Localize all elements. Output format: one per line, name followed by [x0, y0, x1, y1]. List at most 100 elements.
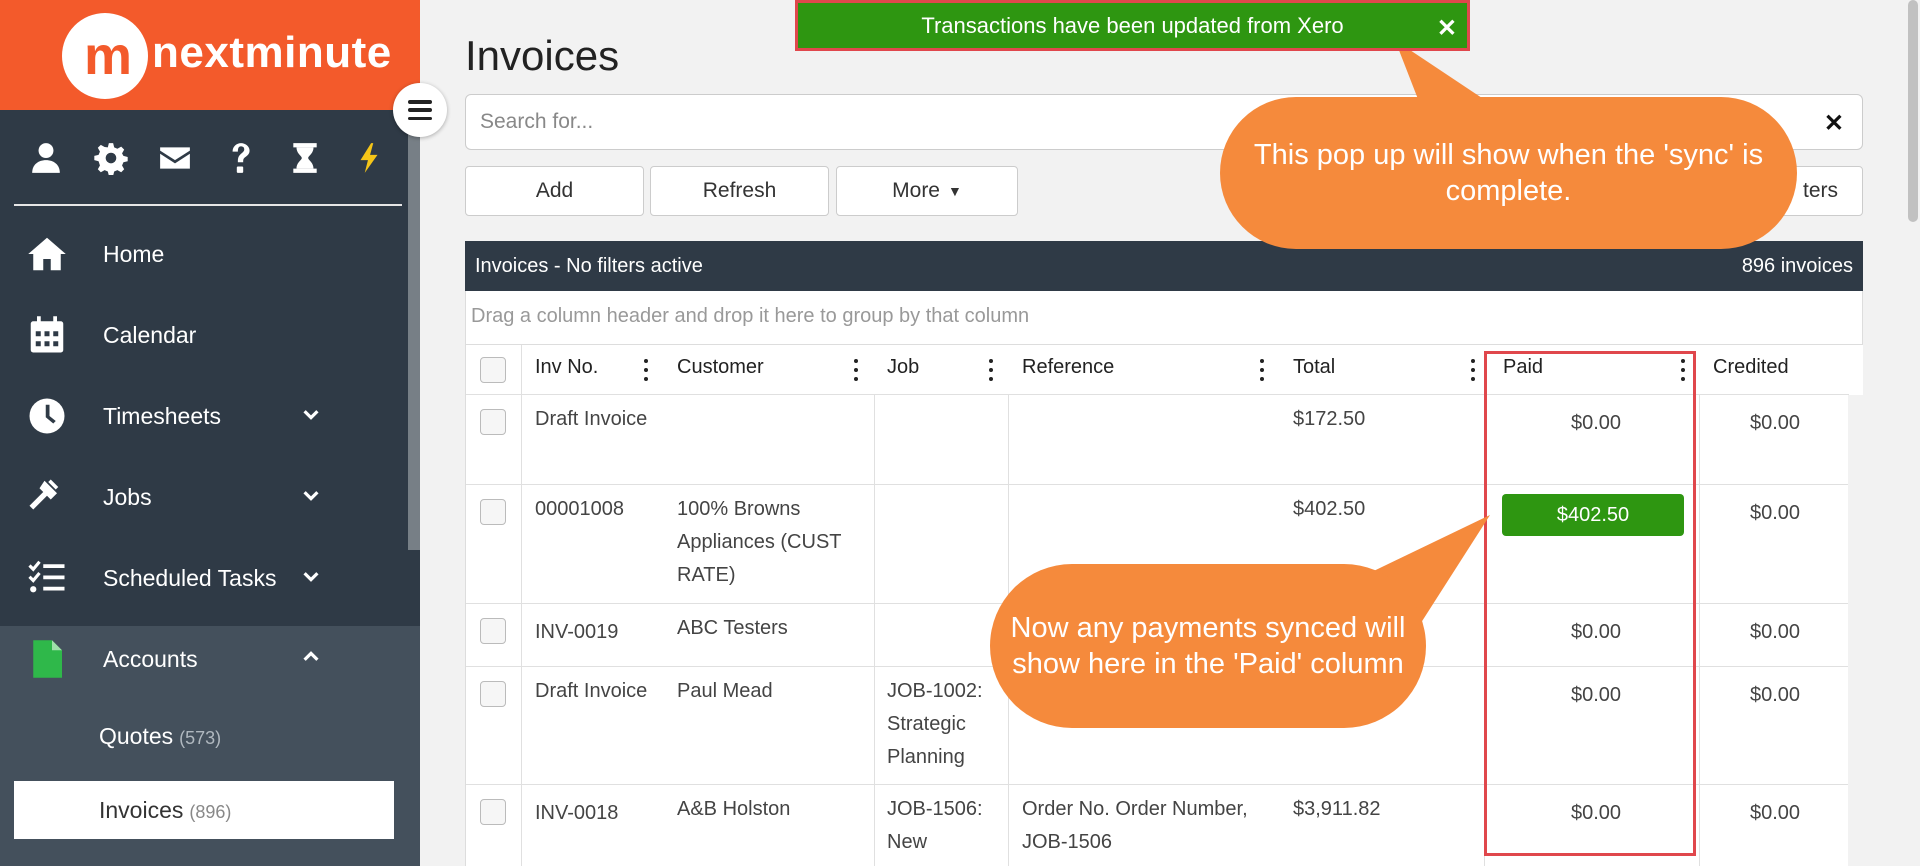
home-icon — [26, 233, 68, 275]
cell-customer: A&B Holston — [677, 798, 791, 820]
sidebar-item-home[interactable]: Home — [0, 214, 420, 294]
group-by-bar[interactable]: Drag a column header and drop it here to… — [465, 291, 1863, 345]
add-button[interactable]: Add — [465, 166, 644, 216]
clock-icon — [26, 395, 68, 437]
more-label: More — [892, 179, 940, 202]
subitem-label: Quotes — [99, 722, 174, 749]
cell-total: $172.50 — [1293, 408, 1366, 430]
row-checkbox[interactable] — [480, 618, 506, 644]
page-scrollbar[interactable] — [1906, 0, 1920, 866]
subitem-label: Invoices — [99, 796, 184, 823]
sidebar-item-jobs[interactable]: Jobs — [0, 457, 420, 537]
cell-inv-no: 00001008 — [535, 498, 624, 520]
sidebar-item-timesheets[interactable]: Timesheets — [0, 376, 420, 456]
select-all-checkbox[interactable] — [480, 357, 506, 383]
hourglass-icon[interactable] — [272, 130, 337, 186]
cell-customer: Paul Mead — [677, 680, 773, 702]
row-checkbox[interactable] — [480, 409, 506, 435]
calendar-icon — [26, 314, 68, 356]
grid-scrollbar[interactable] — [1848, 395, 1863, 866]
top-icon-bar — [14, 130, 402, 206]
column-menu-icon[interactable] — [643, 359, 649, 381]
paid-callout: Now any payments synced will show here i… — [990, 564, 1426, 728]
row-checkbox[interactable] — [480, 681, 506, 707]
table-row[interactable]: INV-0018 A&B Holston JOB-1506: New Order… — [466, 785, 1849, 866]
sidebar-item-label: Jobs — [103, 483, 152, 510]
sidebar-item-scheduled-tasks[interactable]: Scheduled Tasks — [0, 538, 420, 618]
cell-credited: $0.00 — [1749, 802, 1801, 824]
column-menu-icon[interactable] — [1470, 359, 1476, 381]
toast-message: Transactions have been updated from Xero — [921, 12, 1344, 38]
question-icon[interactable] — [208, 130, 273, 186]
cell-job: JOB-1506: New — [887, 798, 983, 853]
sidebar-subitem-invoices[interactable]: Invoices (896) — [14, 781, 394, 839]
chevron-down-icon — [300, 484, 326, 510]
sidebar-item-accounts[interactable]: Accounts — [0, 619, 420, 699]
col-header-credited[interactable]: Credited — [1713, 345, 1789, 394]
cell-paid: $0.00 — [1570, 684, 1622, 706]
sync-toast: Transactions have been updated from Xero… — [795, 0, 1470, 51]
cell-paid: $402.50 — [1496, 485, 1696, 603]
cell-total: $3,911.82 — [1293, 798, 1381, 820]
col-header-paid[interactable]: Paid — [1503, 345, 1543, 394]
cell-paid: $0.00 — [1570, 802, 1622, 824]
accounts-section: Accounts Quotes (573) Invoices (896) — [0, 626, 420, 866]
hammer-icon — [26, 476, 68, 518]
envelope-icon[interactable] — [143, 130, 208, 186]
grid-header-row: Inv No. Customer Job Reference Total Pai… — [466, 345, 1849, 395]
scrollbar-thumb[interactable] — [1908, 0, 1918, 222]
logo-text: nextminute — [152, 28, 392, 77]
sidebar-item-label: Calendar — [103, 321, 197, 348]
col-header-total[interactable]: Total — [1293, 345, 1335, 394]
grid-count: 896 invoices — [1741, 255, 1853, 277]
sidebar-scrollbar[interactable] — [408, 110, 420, 550]
cell-credited: $0.00 — [1749, 412, 1801, 434]
close-icon[interactable]: ✕ — [1437, 14, 1457, 43]
column-menu-icon[interactable] — [853, 359, 859, 381]
cell-customer: 100% Browns Appliances (CUST RATE) — [677, 498, 842, 586]
more-button[interactable]: More ▼ — [836, 166, 1018, 216]
column-divider — [1699, 395, 1700, 866]
tasks-icon — [26, 557, 68, 599]
grid-title: Invoices - No filters active — [475, 255, 703, 277]
column-divider — [1484, 395, 1485, 866]
sidebar: m nextminute Home Calendar Timesheets Jo… — [0, 0, 420, 866]
table-row[interactable]: Draft Invoice $172.50 $0.00 $0.00 — [466, 395, 1849, 485]
cell-inv-no: Draft Invoice — [535, 408, 648, 430]
chevron-down-icon — [300, 565, 326, 591]
column-menu-icon[interactable] — [1259, 359, 1265, 381]
row-checkbox[interactable] — [480, 799, 506, 825]
col-header-inv-no[interactable]: Inv No. — [535, 345, 598, 394]
column-divider — [521, 345, 522, 866]
col-header-reference[interactable]: Reference — [1022, 345, 1114, 394]
subitem-count: (896) — [189, 801, 232, 822]
cell-reference: Order No. Order Number, JOB-1506 — [1022, 798, 1248, 853]
paid-amount-badge: $402.50 — [1502, 494, 1684, 536]
column-menu-icon[interactable] — [988, 359, 994, 381]
subitem-count: (573) — [179, 727, 222, 748]
user-icon[interactable] — [14, 130, 79, 186]
lightning-icon[interactable] — [337, 130, 402, 186]
cell-inv-no: Draft Invoice — [535, 680, 648, 702]
logo-mark: m — [62, 13, 148, 99]
cell-job: JOB-1002: Strategic Planning — [887, 680, 983, 768]
cell-credited: $0.00 — [1749, 684, 1801, 706]
sidebar-item-calendar[interactable]: Calendar — [0, 295, 420, 375]
column-menu-icon[interactable] — [1680, 359, 1686, 381]
refresh-button[interactable]: Refresh — [650, 166, 829, 216]
sidebar-item-label: Scheduled Tasks — [103, 564, 277, 591]
sidebar-subitem-quotes[interactable]: Quotes (573) — [14, 707, 394, 765]
gear-icon[interactable] — [79, 130, 144, 186]
logo-area[interactable]: m nextminute — [0, 0, 420, 110]
chevron-down-icon — [300, 403, 326, 429]
page-title: Invoices — [465, 32, 620, 79]
col-header-customer[interactable]: Customer — [677, 345, 764, 394]
sidebar-item-label: Home — [103, 240, 165, 267]
menu-toggle-button[interactable] — [393, 83, 447, 137]
column-divider — [874, 395, 875, 866]
row-checkbox[interactable] — [480, 499, 506, 525]
chevron-up-icon — [300, 646, 326, 672]
cell-inv-no: INV-0018 — [535, 802, 619, 824]
col-header-job[interactable]: Job — [887, 345, 919, 394]
close-icon[interactable]: ✕ — [1824, 109, 1844, 138]
